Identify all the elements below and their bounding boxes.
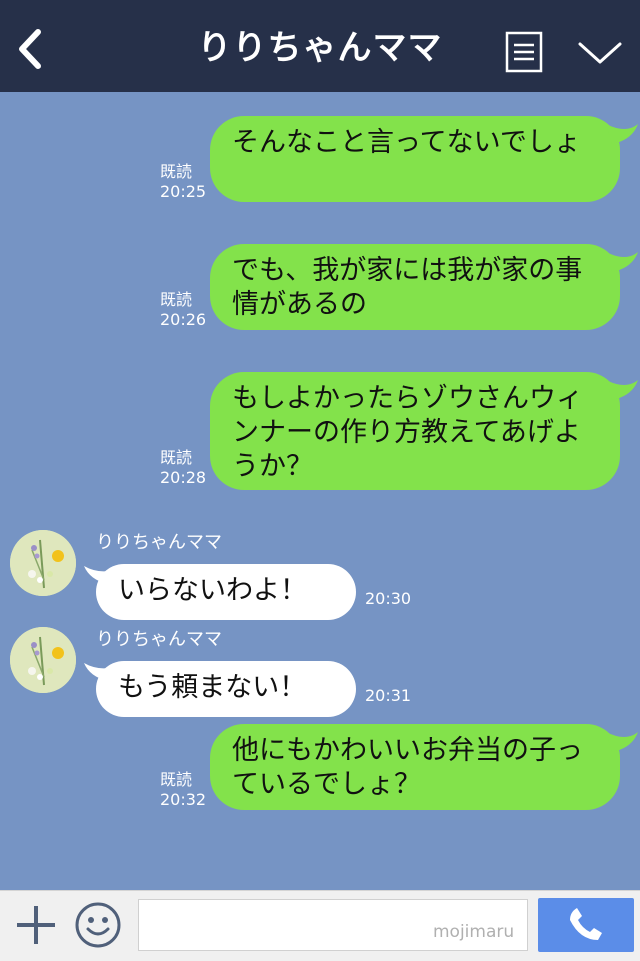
bubble-tail [606, 252, 638, 272]
message-time: 20:32 [160, 790, 207, 809]
read-receipt: 既読 [160, 448, 193, 467]
add-button[interactable] [14, 903, 58, 947]
list-icon [505, 31, 543, 73]
message-time: 20:30 [365, 589, 412, 608]
input-bar [0, 890, 640, 961]
bubble-tail [606, 380, 638, 400]
smiley-icon [75, 902, 121, 948]
message-meta: 既読 20:26 [160, 290, 206, 330]
collapse-button[interactable] [576, 36, 624, 68]
message-text: でも、我が家には我が家の事情があるの [232, 255, 583, 320]
message-bubble[interactable]: 他にもかわいいお弁当の子っているでしょ？ [210, 724, 620, 810]
plus-icon [17, 906, 55, 944]
message-text: もしよかったらゾウさんウィンナーの作り方教えてあげようか？ [232, 383, 583, 482]
message-bubble[interactable]: でも、我が家には我が家の事情があるの [210, 244, 620, 330]
message-bubble[interactable]: もう頼まない！ [96, 661, 356, 717]
chat-area[interactable]: 既読 20:25 そんなこと言ってないでしょ 既読 20:26 でも、我が家には… [0, 92, 640, 890]
message-meta: 既読 20:32 [160, 770, 206, 810]
message-time: 20:26 [160, 310, 207, 329]
bubble-tail [606, 124, 638, 144]
read-receipt: 既読 [160, 290, 193, 309]
message-time: 20:28 [160, 468, 207, 487]
message-meta: 既読 20:28 [160, 448, 206, 488]
watermark: mojimaru [433, 922, 515, 942]
message-bubble[interactable]: もしよかったらゾウさんウィンナーの作り方教えてあげようか？ [210, 372, 620, 490]
message-bubble[interactable]: いらないわよ！ [96, 564, 356, 620]
chat-header: りりちゃんママ [0, 0, 640, 92]
sender-name: りりちゃんママ [96, 629, 222, 650]
chevron-down-icon [578, 42, 622, 64]
phone-icon [570, 907, 602, 940]
message-text: 他にもかわいいお弁当の子っているでしょ？ [232, 735, 583, 800]
chat-title: りりちゃんママ [197, 28, 443, 68]
read-receipt: 既読 [160, 162, 193, 181]
message-text: もう頼まない！ [118, 672, 307, 703]
flower-avatar-icon [10, 627, 76, 693]
message-time: 20:25 [160, 182, 207, 201]
call-button[interactable] [538, 898, 634, 952]
bubble-tail [606, 732, 638, 752]
message-bubble[interactable]: そんなこと言ってないでしょ [210, 116, 620, 202]
message-meta: 既読 20:25 [160, 162, 206, 202]
message-text: そんなこと言ってないでしょ [232, 127, 581, 158]
menu-button[interactable] [505, 31, 543, 73]
avatar[interactable] [10, 627, 76, 693]
sticker-button[interactable] [74, 901, 122, 949]
sender-name: りりちゃんママ [96, 532, 222, 553]
flower-avatar-icon [10, 530, 76, 596]
message-text: いらないわよ！ [118, 575, 307, 606]
read-receipt: 既読 [160, 770, 193, 789]
avatar[interactable] [10, 530, 76, 596]
message-time: 20:31 [365, 686, 412, 705]
